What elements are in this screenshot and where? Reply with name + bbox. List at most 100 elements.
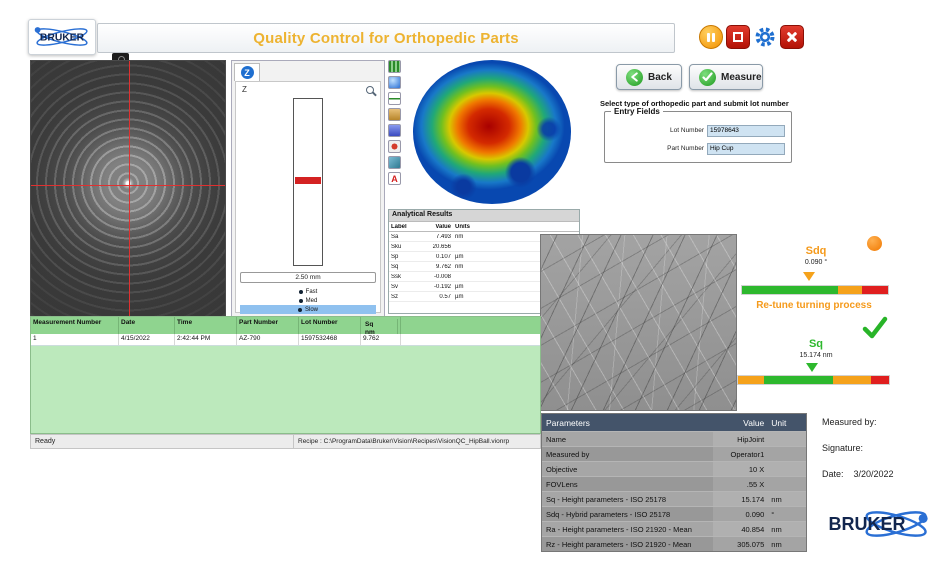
report-row: Ra - Height parameters - ISO 21920 - Mea… (542, 521, 806, 536)
record-icon[interactable] (388, 140, 401, 153)
date-value: 3/20/2022 (854, 469, 894, 479)
z-tab[interactable]: Z (234, 63, 260, 81)
lot-number-label: Lot Number (670, 127, 704, 134)
report-row: FOVLens.55 X (542, 476, 806, 491)
radio-icon (298, 308, 302, 312)
report-row: Measured byOperator1 (542, 446, 806, 461)
warning-dot-icon (867, 236, 882, 251)
measurement-history-table: Measurement Number Date Time Part Number… (30, 316, 541, 434)
gauge-red-zone (871, 376, 889, 384)
window-controls (699, 25, 804, 49)
pass-check-icon (862, 315, 888, 341)
live-camera-view[interactable] (30, 60, 226, 317)
measurement-table-header: Measurement Number Date Time Part Number… (31, 317, 540, 334)
close-button[interactable] (780, 25, 804, 49)
report-body: NameHipJoint Measured byOperator1 Object… (542, 431, 806, 551)
z-axis-label: Z (242, 85, 247, 94)
sq-unit-label: nm (363, 327, 398, 335)
report-row: Rz - Height parameters - ISO 21920 - Mea… (542, 536, 806, 551)
pause-button[interactable] (699, 25, 723, 49)
back-arrow-icon (626, 69, 643, 86)
annotation-a-icon[interactable]: A (388, 172, 401, 185)
profile-icon[interactable] (388, 92, 401, 105)
speed-option-fast[interactable]: Fast (240, 287, 376, 296)
surface-texture-image (540, 234, 737, 411)
height-map-disc (413, 60, 571, 204)
bruker-logo-icon: BRUKER (824, 500, 928, 548)
gauge-green-zone (764, 376, 833, 384)
report-row: Objective10 X (542, 461, 806, 476)
settings-button[interactable] (753, 25, 777, 49)
status-recipe-path: Recipe : C:\ProgramData\Bruker\Vision\Re… (293, 435, 538, 449)
status-bar: Ready Recipe : C:\ProgramData\Bruker\Vis… (30, 434, 541, 449)
sq-tolerance-gauge (737, 375, 890, 385)
brand-text: BRUKER (828, 514, 905, 534)
signature-label: Signature: (822, 443, 863, 453)
measure-button[interactable]: Measure (689, 64, 763, 90)
analytical-results-header: Label Value Units (389, 222, 579, 232)
gauge-orange-zone (838, 286, 861, 294)
page-title: Quality Control for Orthopedic Parts (253, 30, 519, 47)
z-tab-icon: Z (241, 66, 254, 79)
pause-icon (707, 33, 710, 42)
report-row: Sq - Height parameters - ISO 2517815.174… (542, 491, 806, 506)
measure-check-icon (699, 69, 716, 86)
part-number-row: Part Number (609, 142, 785, 155)
surface-data-icon[interactable] (388, 60, 401, 73)
app-title-bar: Quality Control for Orthopedic Parts (97, 23, 675, 53)
gauge-red-zone (862, 286, 888, 294)
bruker-logo-icon: BRUKER (31, 22, 93, 52)
brand-text: BRUKER (40, 32, 85, 43)
speed-options: Fast Med Slow (240, 287, 376, 314)
sdq-gauge-value: 0.090 ° (770, 259, 862, 266)
magnifier-icon[interactable] (366, 86, 374, 94)
radio-icon (299, 290, 303, 294)
z-stage-panel: Z Z 2.50 mm Fast Med Slow (231, 60, 385, 317)
speed-label: Med (306, 298, 318, 304)
z-slider-handle[interactable] (295, 177, 321, 184)
part-number-input[interactable] (707, 143, 785, 155)
measure-label: Measure (721, 72, 762, 83)
stop-button[interactable] (726, 25, 750, 49)
z-position-readout: 2.50 mm (240, 272, 376, 283)
analysis-toolbar: A (388, 60, 403, 185)
speed-option-slow[interactable]: Slow (240, 305, 376, 314)
gear-icon (753, 25, 777, 49)
speed-option-med[interactable]: Med (240, 296, 376, 305)
lot-number-input[interactable] (707, 125, 785, 137)
application-window: BRUKER Quality Control for Orthopedic Pa… (0, 0, 950, 574)
entry-fields-title: Entry Fields (611, 107, 663, 116)
sdq-gauge-label: Sdq (770, 245, 862, 257)
date-line: Date: 3/20/2022 (822, 469, 894, 479)
bruker-logo-top: BRUKER (28, 19, 96, 55)
gauge-orange-zone (738, 376, 764, 384)
z-stage-inner: Z 2.50 mm Fast Med Slow (235, 81, 381, 313)
report-row: Sdq - Hybrid parameters - ISO 251780.090… (542, 506, 806, 521)
sq-gauge-value: 15.174 nm (770, 352, 862, 359)
radio-icon (299, 299, 303, 303)
height-map-panel[interactable] (405, 58, 580, 206)
sdq-tolerance-gauge (741, 285, 889, 295)
report-row: NameHipJoint (542, 431, 806, 446)
bruker-logo-bottom: BRUKER (824, 500, 928, 548)
z-slider-track[interactable] (293, 98, 323, 266)
back-label: Back (648, 72, 672, 83)
entry-fields-group: Entry Fields Lot Number Part Number (604, 111, 792, 163)
crosshair-vertical (129, 61, 130, 316)
speed-label: Slow (305, 307, 318, 313)
speed-label: Fast (306, 289, 318, 295)
folder-icon[interactable] (388, 108, 401, 121)
gauge-orange-zone (833, 376, 871, 384)
back-button[interactable]: Back (616, 64, 682, 90)
filter-icon[interactable] (388, 156, 401, 169)
stop-icon (733, 32, 743, 42)
status-state: Ready (35, 435, 55, 449)
analytical-results-title: Analytical Results (389, 210, 579, 222)
crosshair-horizontal (31, 185, 225, 186)
3d-view-icon[interactable] (388, 76, 401, 89)
parameters-report-table: Parameters Value Unit NameHipJoint Measu… (541, 413, 807, 552)
sdq-marker-icon (803, 272, 815, 281)
sq-marker-icon (806, 363, 818, 372)
measurement-row[interactable]: 1 4/15/2022 2:42:44 PM AZ-790 1597532468… (31, 334, 540, 346)
database-icon[interactable] (388, 124, 401, 137)
